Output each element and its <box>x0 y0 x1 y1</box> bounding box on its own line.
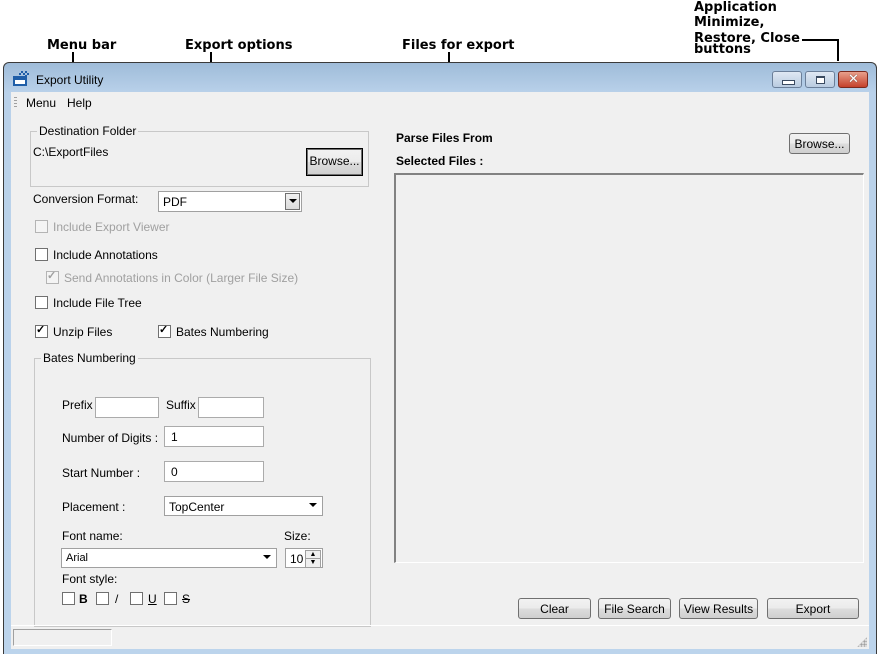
italic-label: / <box>115 592 119 606</box>
destination-folder-group: Destination Folder C:\ExportFiles Browse… <box>30 124 369 187</box>
parse-files-from-label: Parse Files From <box>396 131 493 145</box>
check-icon: ✓ <box>159 324 169 336</box>
client-area: Menu Help Destination Folder C:\ExportFi… <box>11 92 869 649</box>
send-annotations-color-checkbox[interactable]: ✓ <box>46 270 59 284</box>
destination-path: C:\ExportFiles <box>33 145 109 159</box>
selected-files-list[interactable] <box>394 173 864 563</box>
include-file-tree-checkbox[interactable] <box>35 296 48 309</box>
callout-files-for-export: Files for export <box>402 38 515 53</box>
destination-browse-button[interactable]: Browse... <box>306 148 363 176</box>
suffix-input[interactable] <box>198 397 264 418</box>
include-annotations-checkbox[interactable] <box>35 248 48 261</box>
spin-down-icon[interactable]: ▼ <box>305 558 321 568</box>
include-annotations-label: Include Annotations <box>53 248 158 262</box>
italic-checkbox[interactable] <box>96 592 109 605</box>
font-style-label: Font style: <box>62 572 118 586</box>
bates-numbering-title: Bates Numbering <box>41 351 138 365</box>
view-results-button[interactable]: View Results <box>679 598 758 619</box>
conversion-format-select[interactable]: PDF <box>158 191 302 212</box>
chevron-down-icon[interactable] <box>306 498 321 514</box>
placement-label: Placement : <box>62 500 126 514</box>
close-icon: ✕ <box>848 72 859 87</box>
file-search-button[interactable]: File Search <box>598 598 671 619</box>
restore-icon <box>816 76 825 84</box>
font-name-value: Arial <box>66 552 89 564</box>
underline-label: U <box>148 592 157 606</box>
placement-select[interactable]: TopCenter <box>164 496 323 516</box>
callout-caption-buttons-2: Minimize, <box>694 15 765 30</box>
include-file-tree-label: Include File Tree <box>53 296 142 310</box>
conversion-format-label: Conversion Format: <box>33 192 139 206</box>
bates-numbering-label: Bates Numbering <box>176 325 269 339</box>
callout-caption-buttons-4: buttons <box>694 42 751 57</box>
resize-grip-icon[interactable] <box>857 637 867 647</box>
export-button[interactable]: Export <box>767 598 859 619</box>
conversion-format-value: PDF <box>163 195 187 209</box>
start-number-label: Start Number : <box>62 466 141 480</box>
check-icon: ✓ <box>36 324 46 336</box>
app-icon <box>13 71 29 86</box>
bold-label: B <box>79 592 88 606</box>
prefix-input[interactable] <box>95 397 159 418</box>
send-annotations-color-label: Send Annotations in Color (Larger File S… <box>64 271 299 285</box>
menu-item-menu[interactable]: Menu <box>26 96 56 110</box>
unzip-files-label: Unzip Files <box>53 325 113 339</box>
selected-files-label: Selected Files : <box>396 154 484 168</box>
font-name-select[interactable]: Arial <box>61 548 277 568</box>
close-button[interactable]: ✕ <box>838 71 868 88</box>
callout-menu-bar: Menu bar <box>47 38 117 53</box>
font-size-value: 10 <box>290 552 304 566</box>
start-number-input[interactable] <box>164 461 264 482</box>
bold-checkbox[interactable] <box>62 592 75 605</box>
status-panel <box>13 629 112 646</box>
strikeout-label: S <box>182 592 191 606</box>
size-label: Size: <box>284 529 311 543</box>
status-divider <box>11 625 869 626</box>
strikeout-checkbox[interactable] <box>164 592 177 605</box>
number-of-digits-label: Number of Digits : <box>62 431 159 445</box>
prefix-label: Prefix <box>62 398 93 412</box>
suffix-label: Suffix <box>166 398 196 412</box>
restore-button[interactable] <box>805 71 835 88</box>
callout-export-options: Export options <box>185 38 293 53</box>
unzip-files-checkbox[interactable]: ✓ <box>35 324 48 338</box>
include-export-viewer-label: Include Export Viewer <box>53 220 170 234</box>
number-of-digits-input[interactable] <box>164 426 264 447</box>
callout-line-caption-v <box>837 39 839 61</box>
placement-value: TopCenter <box>169 500 225 514</box>
menu-item-help[interactable]: Help <box>67 96 92 110</box>
underline-checkbox[interactable] <box>130 592 143 605</box>
bates-numbering-checkbox[interactable]: ✓ <box>158 324 171 338</box>
app-window: Export Utility ✕ Menu Help Destination F… <box>3 62 877 654</box>
font-name-label: Font name: <box>62 529 123 543</box>
window-title: Export Utility <box>36 73 104 87</box>
clear-button[interactable]: Clear <box>518 598 591 619</box>
callout-caption-buttons-1: Application <box>694 0 777 15</box>
check-icon: ✓ <box>47 270 57 282</box>
chevron-down-icon[interactable] <box>260 550 275 566</box>
minimize-icon <box>782 80 795 85</box>
include-export-viewer-checkbox[interactable] <box>35 220 48 233</box>
callout-line-caption-h <box>802 39 839 41</box>
minimize-button[interactable] <box>772 71 802 88</box>
font-size-spinner[interactable]: 10 ▲ ▼ <box>285 548 323 568</box>
menu-grip[interactable] <box>14 97 17 109</box>
destination-folder-title: Destination Folder <box>37 124 139 138</box>
chevron-down-icon[interactable] <box>285 193 300 210</box>
bates-numbering-group: Bates Numbering Prefix Suffix Number of … <box>34 351 371 627</box>
parse-browse-button[interactable]: Browse... <box>789 133 850 154</box>
